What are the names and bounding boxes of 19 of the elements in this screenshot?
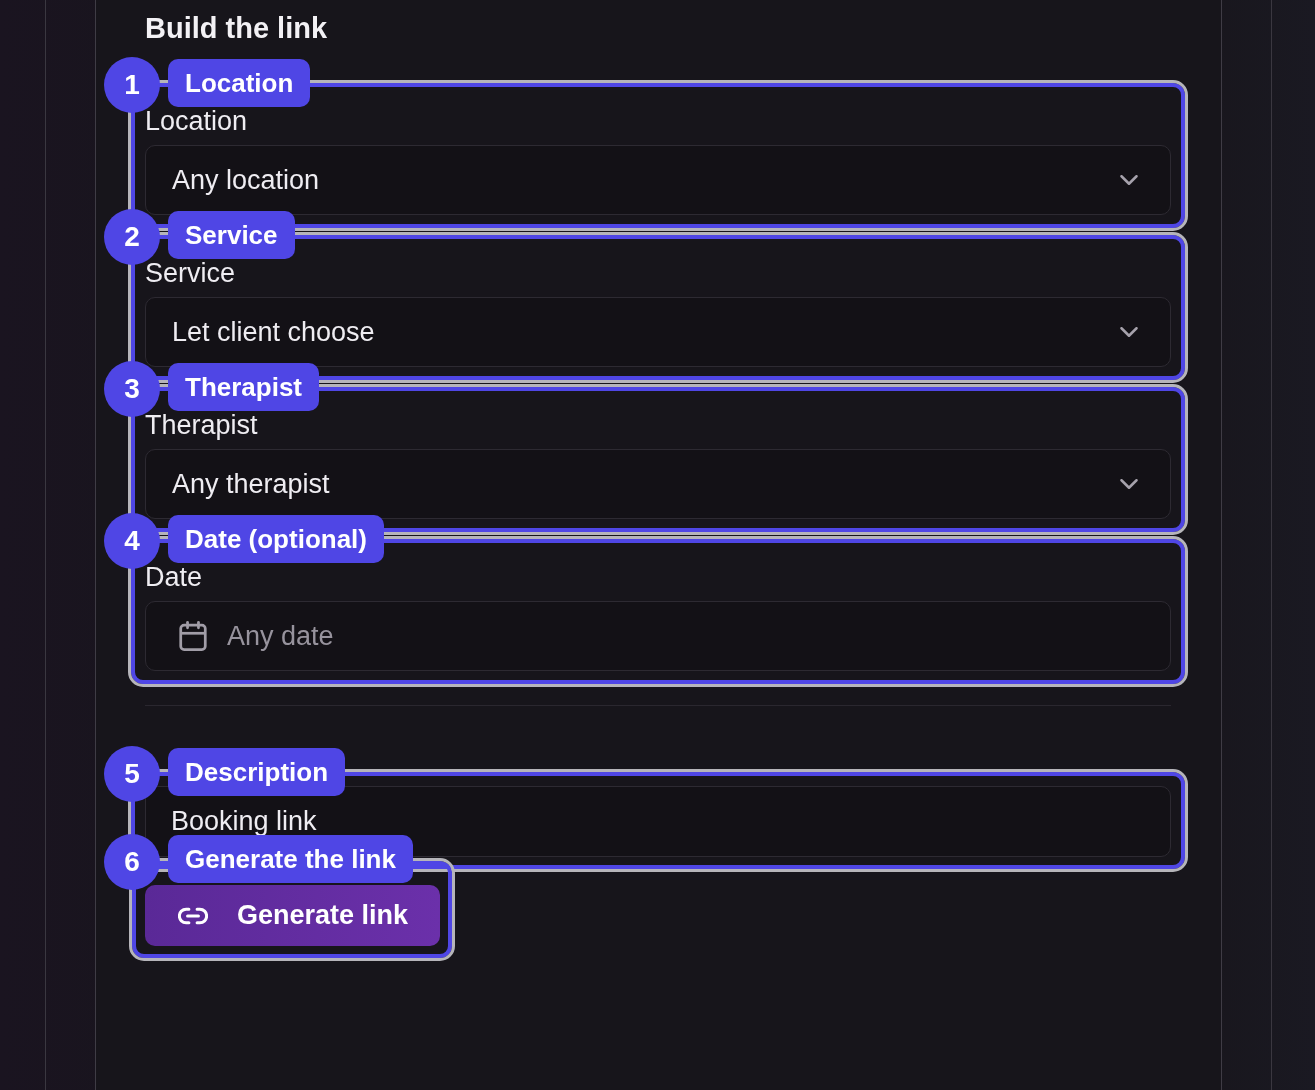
annotation-label: Description bbox=[168, 748, 346, 796]
annotation-label: Service bbox=[168, 211, 295, 259]
annotation-label: Date (optional) bbox=[168, 515, 384, 563]
chevron-down-icon bbox=[1120, 479, 1138, 489]
step-number-badge: 5 bbox=[104, 746, 160, 802]
chevron-down-icon bbox=[1120, 175, 1138, 185]
chevron-down-icon bbox=[1120, 327, 1138, 337]
calendar-icon bbox=[179, 621, 207, 651]
section-title: Build the link bbox=[145, 11, 329, 46]
annotation-label: Location bbox=[168, 59, 311, 107]
step-number-badge: 6 bbox=[104, 834, 160, 890]
date-field[interactable]: Any date bbox=[145, 601, 1171, 671]
select-field[interactable]: Any location bbox=[145, 145, 1171, 215]
annotation-label: Therapist bbox=[168, 363, 320, 411]
select-field[interactable]: Any therapist bbox=[145, 449, 1171, 519]
select-field[interactable]: Let client choose bbox=[145, 297, 1171, 367]
link-icon bbox=[178, 906, 208, 925]
generate-link-button[interactable]: Generate link bbox=[145, 885, 441, 946]
annotation-label: Generate the link bbox=[168, 835, 413, 883]
